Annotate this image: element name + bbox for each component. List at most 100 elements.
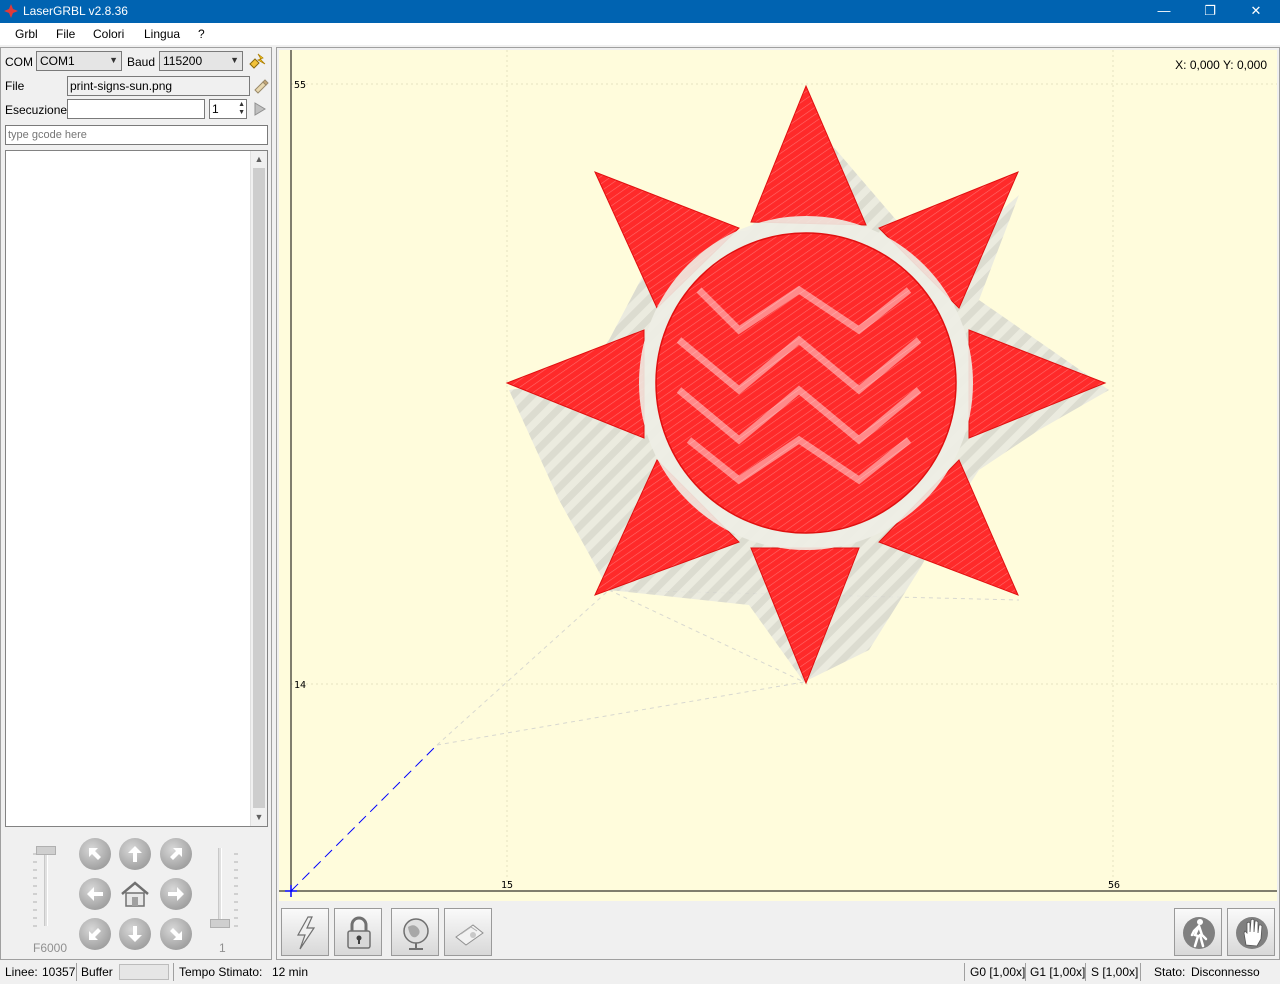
stepper-arrows-icon[interactable]: ▲ ▼ (238, 101, 245, 117)
up-arrow-icon (128, 846, 142, 862)
globe-icon (403, 918, 429, 950)
menu-colori[interactable]: Colori (93, 27, 124, 41)
connect-icon[interactable] (247, 52, 267, 72)
stop-button[interactable] (1227, 908, 1275, 956)
g1-override[interactable]: G1 [1,00x] (1030, 965, 1085, 979)
y-tick-label-14: 14 (294, 680, 306, 691)
feed-slider-thumb[interactable] (36, 846, 56, 855)
laser-app-icon (4, 4, 18, 18)
status-separator (1085, 963, 1086, 981)
unlock-icon (347, 916, 371, 949)
down-left-arrow-icon (89, 928, 101, 940)
step-ticks (234, 853, 238, 927)
x-tick-label-15: 15 (501, 880, 513, 891)
chevron-down-icon: ▼ (109, 55, 118, 65)
engrave-mode-icon (455, 924, 484, 946)
down-arrow-icon (128, 926, 142, 942)
menu-grbl[interactable]: Grbl (15, 27, 38, 41)
status-separator (964, 963, 965, 981)
scroll-down-icon[interactable]: ▼ (251, 809, 267, 825)
run-play-icon[interactable] (253, 101, 267, 117)
lines-value: 10357 (42, 965, 76, 979)
globe-button[interactable] (391, 908, 439, 956)
jog-down-left-button[interactable] (79, 918, 111, 950)
travel-paths (436, 589, 1020, 746)
step-label: 1 (219, 941, 226, 955)
up-right-arrow-icon (170, 848, 182, 860)
close-button[interactable]: ✕ (1233, 0, 1279, 23)
walk-icon (1183, 917, 1215, 949)
jog-up-right-button[interactable] (160, 838, 192, 870)
s-override[interactable]: S [1,00x] (1091, 965, 1138, 979)
step-slider[interactable] (218, 848, 222, 926)
status-separator (76, 963, 77, 981)
preview-canvas[interactable]: 55 14 15 56 X: 0,000 Y: 0,000 (279, 50, 1277, 901)
log-scrollbar[interactable]: ▲ ▼ (250, 151, 267, 826)
laser-power-button[interactable] (281, 908, 329, 956)
feed-slider[interactable] (44, 848, 48, 926)
status-separator (173, 963, 174, 981)
status-separator (1140, 963, 1141, 981)
status-bar: Linee: 10357 Buffer Tempo Stimato: 12 mi… (0, 960, 1280, 984)
menu-file[interactable]: File (56, 27, 75, 41)
status-separator (1025, 963, 1026, 981)
time-value: 12 min (272, 965, 309, 979)
menu-bar: Grbl File Colori Lingua ? (0, 23, 1280, 45)
window-title: LaserGRBL v2.8.36 (23, 4, 128, 18)
step-slider-thumb[interactable] (210, 919, 230, 928)
position-readout: X: 0,000 Y: 0,000 (1175, 58, 1267, 72)
right-arrow-icon (168, 887, 184, 901)
scroll-thumb[interactable] (253, 168, 265, 808)
feed-ticks (33, 853, 37, 927)
gcode-input[interactable] (5, 125, 268, 145)
run-label: Esecuzione (5, 103, 68, 117)
feed-label: F6000 (33, 941, 68, 955)
home-icon (121, 881, 149, 907)
x-tick-label-56: 56 (1108, 880, 1120, 891)
y-tick-label-55: 55 (294, 80, 306, 91)
scroll-up-icon[interactable]: ▲ (251, 151, 267, 167)
jog-right-button[interactable] (160, 878, 192, 910)
jog-up-button[interactable] (119, 838, 151, 870)
control-panel: COM COM1 ▼ Baud 115200 ▼ File print-sign… (0, 47, 272, 960)
jog-down-button[interactable] (119, 918, 151, 950)
origin-path (290, 744, 438, 892)
menu-lingua[interactable]: Lingua (144, 27, 180, 41)
run-count-stepper[interactable]: 1 ▲ ▼ (209, 99, 247, 119)
down-right-arrow-icon (170, 928, 182, 940)
menu-help[interactable]: ? (198, 27, 205, 41)
lines-label: Linee: (5, 965, 38, 979)
buffer-label: Buffer (81, 965, 113, 979)
sun-disc (655, 232, 957, 534)
g0-override[interactable]: G0 [1,00x] (970, 965, 1025, 979)
jog-left-button[interactable] (79, 878, 111, 910)
file-label: File (5, 79, 25, 93)
state-value: Disconnesso (1191, 965, 1260, 979)
buffer-progress-bar (119, 964, 169, 980)
com-select[interactable]: COM1 ▼ (36, 51, 122, 71)
walk-button[interactable] (1174, 908, 1222, 956)
state-label: Stato: (1154, 965, 1186, 979)
stop-hand-icon (1236, 917, 1268, 949)
com-label: COM (5, 55, 33, 69)
file-path-field: print-signs-sun.png (67, 76, 250, 96)
up-left-arrow-icon (89, 848, 101, 860)
open-file-icon[interactable] (252, 77, 270, 95)
baud-select[interactable]: 115200 ▼ (159, 51, 243, 71)
restore-button[interactable]: ❐ (1187, 0, 1233, 23)
left-arrow-icon (87, 887, 103, 901)
jog-up-left-button[interactable] (79, 838, 111, 870)
baud-label: Baud (127, 55, 156, 69)
jog-home-button[interactable] (119, 878, 151, 910)
preview-panel: 55 14 15 56 X: 0,000 Y: 0,000 (276, 47, 1280, 960)
time-label: Tempo Stimato: (179, 965, 263, 979)
laser-power-icon (296, 916, 316, 950)
jog-down-right-button[interactable] (160, 918, 192, 950)
unlock-button[interactable] (334, 908, 382, 956)
minimize-button[interactable]: — (1141, 0, 1187, 23)
engrave-mode-button[interactable] (444, 908, 492, 956)
chevron-down-icon: ▼ (230, 55, 239, 65)
engraving-preview: 55 14 15 56 (279, 50, 1277, 897)
console-log[interactable]: ▲ ▼ (5, 150, 268, 827)
run-field[interactable] (67, 99, 205, 119)
